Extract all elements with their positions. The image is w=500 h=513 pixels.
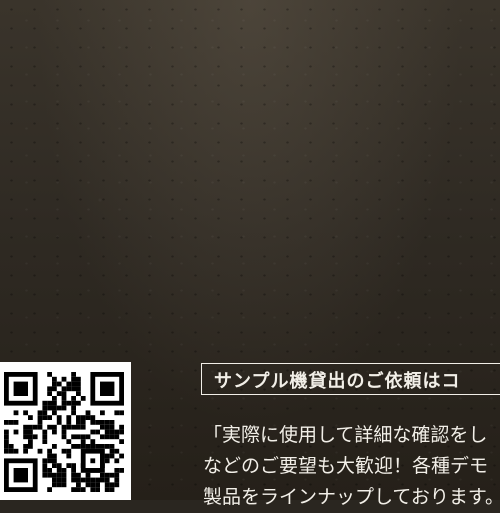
qr-code-panel[interactable] [0,362,131,500]
description-text: 「実際に使用して詳細な確認をし などのご要望も大歓迎！各種デモ 製品をラインナッ… [203,420,500,513]
description-line-2: などのご要望も大歓迎！各種デモ [203,455,489,477]
qr-code-icon [4,372,124,492]
sample-rental-heading: サンプル機貸出のご依頼はコ [214,371,461,392]
sample-rental-heading-box: サンプル機貸出のご依頼はコ [201,363,500,395]
description-line-3: 製品をラインナップしております。 [203,486,500,508]
description-line-1: 「実際に使用して詳細な確認をし [203,424,488,446]
